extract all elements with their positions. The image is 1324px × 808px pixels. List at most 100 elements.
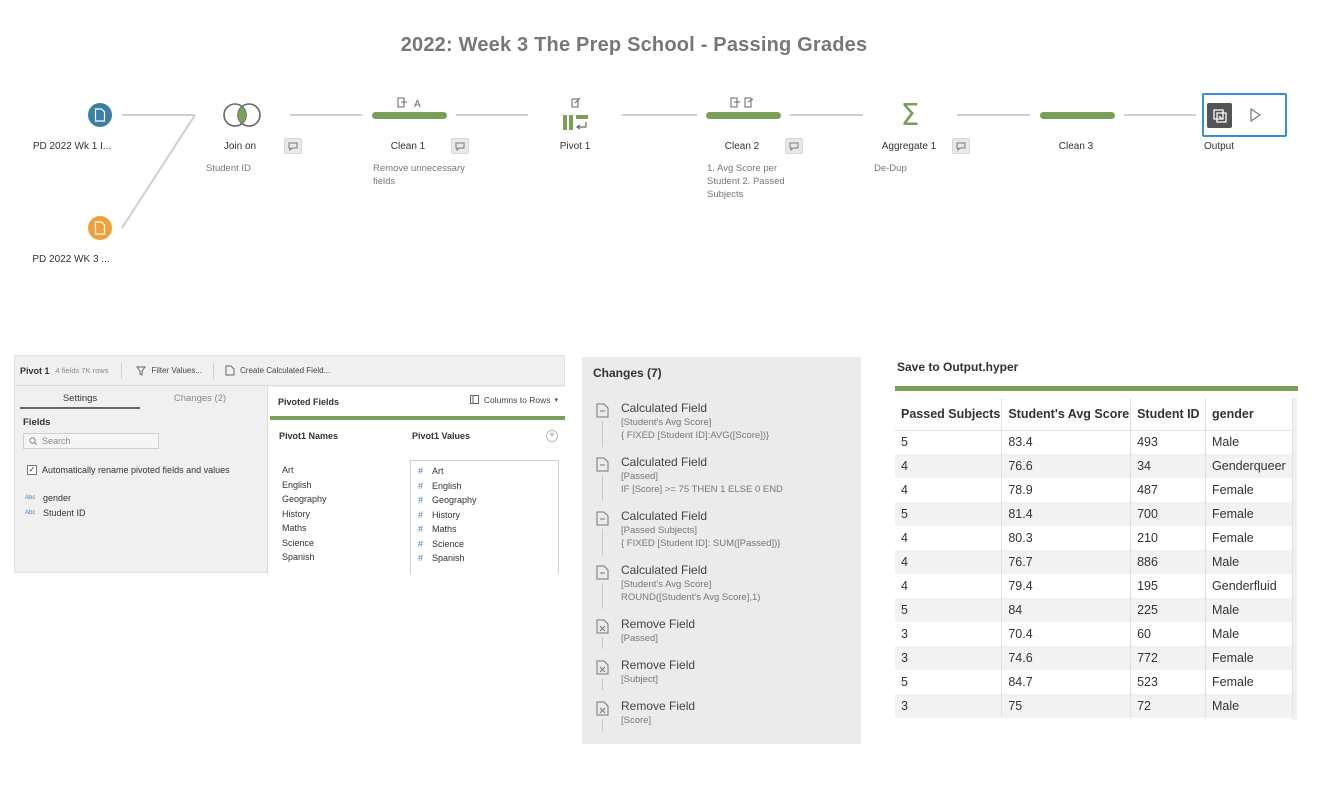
table-cell: 772 (1130, 646, 1207, 670)
change-detail: [Student's Avg Score] (621, 417, 712, 428)
pivot-icon[interactable] (563, 97, 588, 130)
input-node-1[interactable] (88, 103, 112, 127)
list-item[interactable]: # Science (411, 537, 558, 552)
list-item[interactable]: Art (282, 463, 327, 478)
list-item[interactable]: # Maths (411, 522, 558, 537)
list-item[interactable]: # Spanish (411, 551, 558, 566)
table-row: 5 84 225 Male (895, 598, 1293, 622)
change-item[interactable]: Remove Field [Passed] (596, 617, 856, 655)
change-item[interactable]: Calculated Field [Passed Subjects] { FIX… (596, 509, 856, 559)
change-detail: { FIXED [Student ID]:AVG([Score])} (621, 430, 770, 441)
change-item[interactable]: Calculated Field [Passed] IF [Score] >= … (596, 455, 856, 505)
pivot-values-list: # Art # English # Geography # History # Maths… (410, 460, 559, 574)
auto-rename-option[interactable]: ✓ Automatically rename pivoted fields an… (27, 465, 230, 475)
change-detail: [Passed] (621, 633, 658, 644)
column-header[interactable]: gender (1205, 398, 1293, 431)
search-icon (29, 437, 37, 445)
output-node[interactable] (1202, 93, 1287, 137)
change-connector (602, 719, 603, 731)
remove-field-icon (596, 619, 609, 634)
list-item[interactable]: # Art (411, 464, 558, 479)
list-item[interactable]: Geography (282, 492, 327, 507)
change-item[interactable]: Remove Field [Subject] (596, 658, 856, 696)
pivot-type-dropdown[interactable]: Columns to Rows ▾ (469, 395, 558, 405)
sigma-icon[interactable]: Σ (901, 98, 920, 133)
change-type: Calculated Field (621, 455, 708, 469)
change-detail: { FIXED [Student ID]: SUM([Passed])} (621, 538, 781, 549)
number-type-icon: # (418, 480, 424, 491)
comment-icon (288, 142, 298, 151)
clean1-node-bar[interactable] (372, 112, 447, 119)
clean3-node-bar[interactable] (1040, 112, 1115, 119)
output-accent-bar (895, 386, 1298, 391)
string-type-icon: Abc (25, 510, 36, 516)
field-student-id[interactable]: Abc Student ID (25, 508, 86, 518)
list-item[interactable]: History (282, 507, 327, 522)
filter-values-button[interactable]: Filter Values... (136, 366, 202, 376)
calculated-field-icon (596, 511, 609, 526)
change-detail: IF [Score] >= 75 THEN 1 ELSE 0 END (621, 484, 783, 495)
table-cell: 3 (895, 694, 1003, 718)
calculated-field-icon (596, 403, 609, 418)
toolbar-divider (121, 362, 123, 379)
number-type-icon: # (418, 509, 424, 520)
clean1-description: Remove unnecessary fields (373, 163, 465, 187)
table-cell: 225 (1130, 598, 1207, 622)
column-header[interactable]: Passed Subjects (895, 398, 1003, 431)
output-scrollbar[interactable] (1293, 398, 1297, 720)
list-item[interactable]: # English (411, 479, 558, 494)
comment-button-clean1[interactable] (451, 138, 469, 154)
remove-field-icon (596, 660, 609, 675)
column-header[interactable]: Student ID (1130, 398, 1207, 431)
change-connector (602, 475, 603, 501)
add-pivot-column-button[interactable]: + (546, 430, 558, 442)
table-cell: Male (1205, 598, 1293, 622)
create-calculated-field-button[interactable]: Create Calculated Field... (225, 365, 330, 376)
tab-changes[interactable]: Changes (2) (140, 391, 260, 409)
change-item[interactable]: Remove Field [Score] (596, 699, 856, 737)
chevron-down-icon: ▾ (554, 397, 558, 404)
table-cell: Female (1205, 646, 1293, 670)
join-icon[interactable] (223, 103, 261, 127)
table-cell: 5 (895, 502, 1003, 526)
comment-button-aggregate[interactable] (952, 138, 970, 154)
tab-settings[interactable]: Settings (20, 391, 140, 409)
comment-button-join[interactable] (284, 138, 302, 154)
auto-rename-checkbox[interactable]: ✓ (27, 465, 37, 475)
table-row: 3 75 72 Male (895, 694, 1293, 718)
auto-rename-label: Automatically rename pivoted fields and … (42, 465, 230, 475)
field-gender[interactable]: Abc gender (25, 493, 71, 503)
value-field-name: Science (432, 538, 465, 549)
run-flow-icon[interactable] (1249, 107, 1262, 127)
edit-icon (571, 97, 581, 108)
change-type: Calculated Field (621, 509, 708, 523)
change-item[interactable]: Calculated Field [Student's Avg Score] R… (596, 563, 856, 613)
table-cell: 60 (1130, 622, 1207, 646)
table-cell: 4 (895, 550, 1003, 574)
list-item[interactable]: # History (411, 508, 558, 523)
input-node-2[interactable] (88, 216, 112, 240)
comment-button-clean2[interactable] (785, 138, 803, 154)
column-header[interactable]: Student's Avg Score (1001, 398, 1132, 431)
list-item[interactable]: Spanish (282, 550, 327, 565)
change-item[interactable]: Calculated Field [Student's Avg Score] {… (596, 401, 856, 451)
list-item[interactable]: English (282, 478, 327, 493)
table-cell: 5 (895, 598, 1003, 622)
field-search-input[interactable]: Search (23, 433, 159, 449)
clean2-node-bar[interactable] (706, 112, 781, 119)
filter-values-label: Filter Values... (151, 366, 203, 375)
table-cell: 76.6 (1001, 454, 1132, 478)
list-item[interactable]: Maths (282, 521, 327, 536)
flow-canvas: Σ A (88, 97, 1196, 240)
table-row: 5 84.7 523 Female (895, 670, 1293, 694)
output-icon (1207, 103, 1232, 128)
table-row: 3 70.4 60 Male (895, 622, 1293, 646)
list-item[interactable]: # Geography (411, 493, 558, 508)
list-item[interactable]: Science (282, 536, 327, 551)
table-cell: 886 (1130, 550, 1207, 574)
change-connector (602, 583, 603, 609)
table-cell: 210 (1130, 526, 1207, 550)
table-cell: 4 (895, 574, 1003, 598)
value-field-name: Maths (432, 524, 457, 534)
value-field-name: Geography (432, 495, 477, 505)
